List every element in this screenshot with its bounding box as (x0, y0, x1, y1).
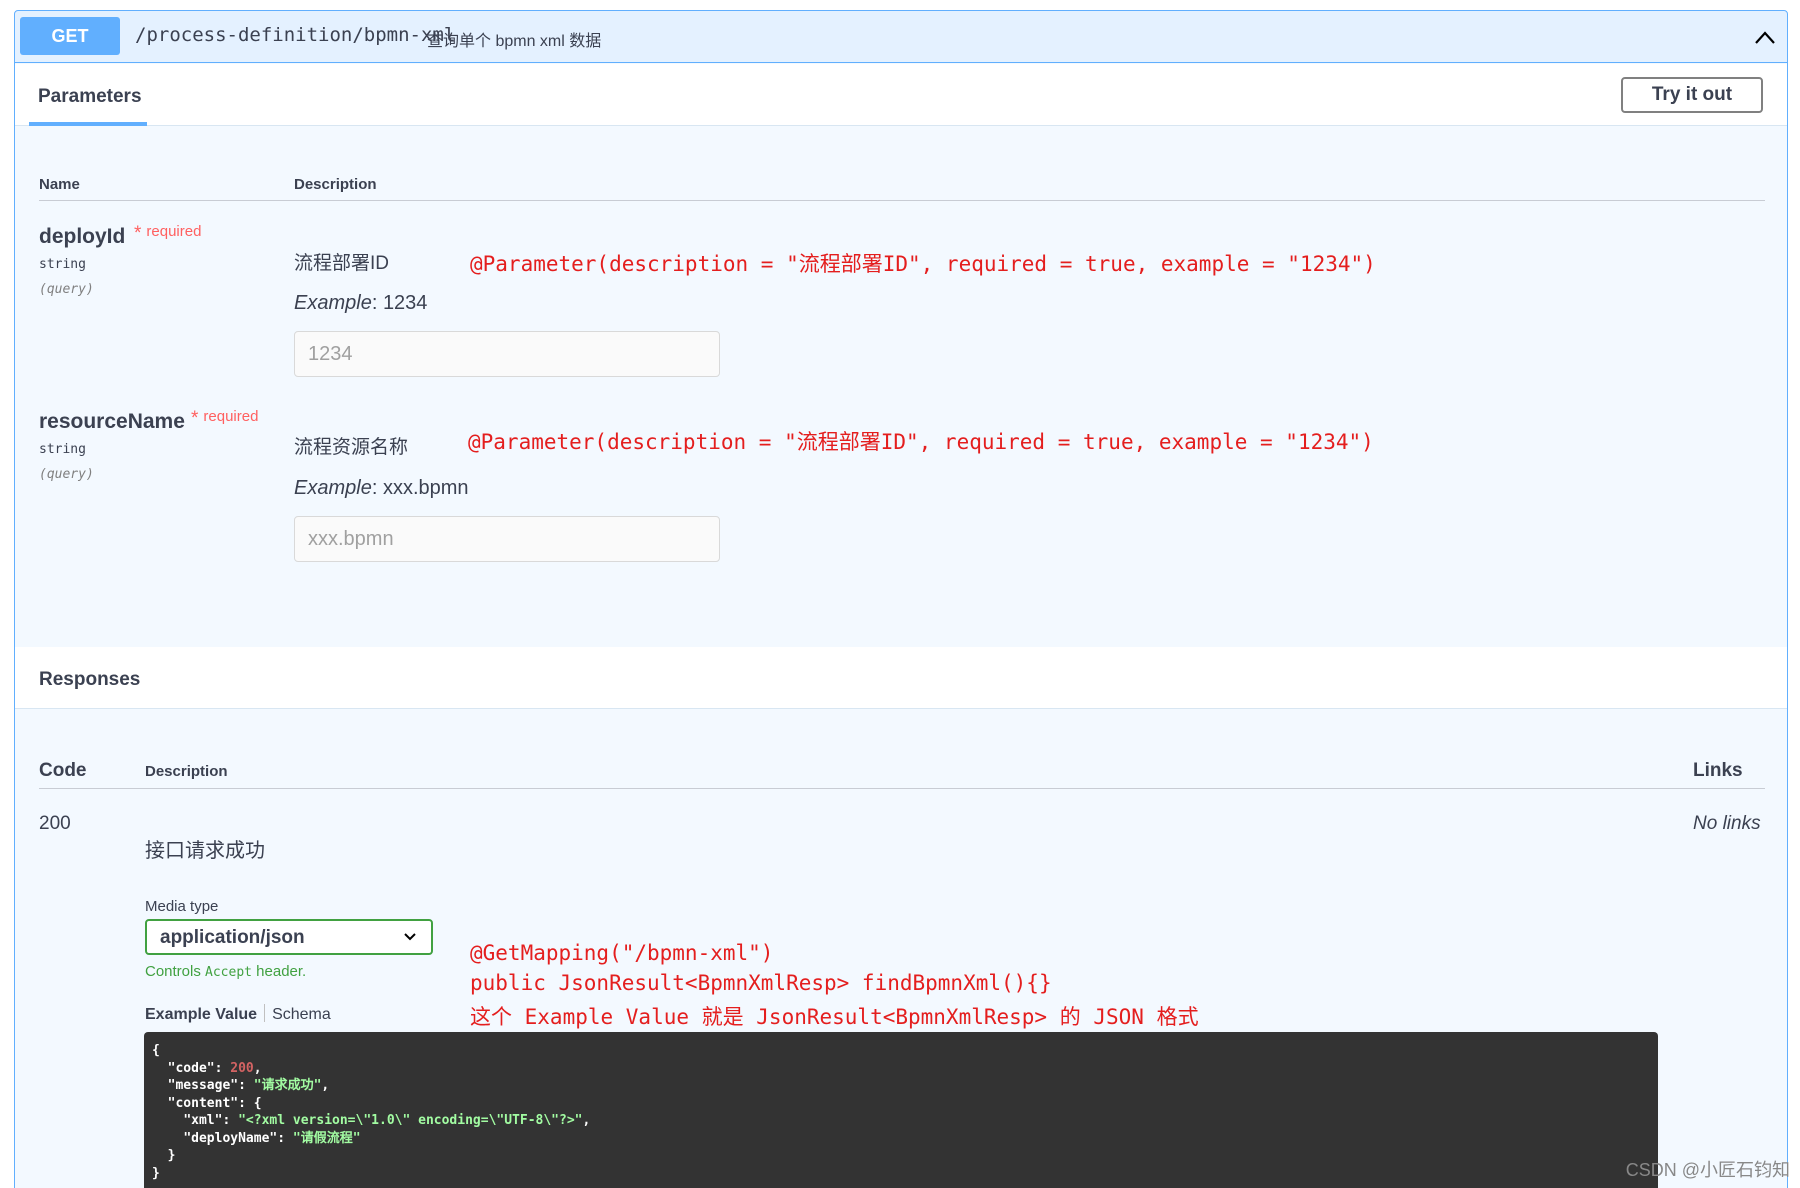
param-description: 流程资源名称 (294, 437, 409, 458)
annotation-note: @Parameter(description = "流程部署ID", requi… (470, 252, 1376, 276)
resourceName-input[interactable] (294, 516, 720, 562)
annotation-note: 这个 Example Value 就是 JsonResult<BpmnXmlRe… (470, 1005, 1199, 1029)
param-location: (query) (39, 467, 94, 482)
param-example: Example: xxx.bpmn (294, 477, 469, 499)
param-name: resourceName (39, 410, 185, 433)
annotation-note: @GetMapping("/bpmn-xml") (470, 941, 774, 965)
deployId-input[interactable] (294, 331, 720, 377)
required-marker: * required (191, 408, 259, 429)
col-code: Code (39, 760, 87, 781)
col-links: Links (1693, 760, 1743, 781)
param-location: (query) (39, 282, 94, 297)
tab-active-indicator (29, 122, 147, 126)
param-type: string (39, 257, 86, 272)
response-code: 200 (39, 813, 71, 834)
endpoint-path: /process-definition/bpmn-xml (135, 24, 456, 46)
annotation-note: @Parameter(description = "流程部署ID", requi… (468, 430, 1374, 454)
watermark: CSDN @小匠石钧知 (1625, 1160, 1790, 1180)
param-description: 流程部署ID (294, 253, 390, 274)
col-description: Description (145, 763, 228, 780)
responses-title: Responses (39, 669, 141, 690)
parameters-header: Parameters Try it out (15, 64, 1787, 126)
chevron-down-icon (404, 933, 416, 941)
response-links: No links (1693, 813, 1761, 834)
divider (39, 788, 1765, 789)
controls-accept-note: Controls Accept header. (145, 963, 307, 980)
tab-schema[interactable]: Schema (272, 1006, 331, 1023)
annotation-note: public JsonResult<BpmnXmlResp> findBpmnX… (470, 971, 1052, 995)
param-name: deployId (39, 225, 126, 248)
col-description: Description (294, 176, 377, 193)
example-schema-tabs: Example Value Schema (145, 1004, 331, 1024)
endpoint-summary: 查询单个 bpmn xml 数据 (427, 33, 602, 50)
chevron-up-icon[interactable] (1753, 27, 1777, 47)
media-type-value: application/json (160, 927, 305, 948)
operation-block: GET /process-definition/bpmn-xml 查询单个 bp… (14, 10, 1788, 1188)
col-name: Name (39, 176, 80, 193)
http-method-badge: GET (20, 17, 120, 55)
media-type-label: Media type (145, 898, 219, 915)
param-example: Example: 1234 (294, 292, 428, 314)
param-type: string (39, 442, 86, 457)
divider (39, 200, 1765, 201)
response-description: 接口请求成功 (145, 840, 265, 862)
required-marker: * required (134, 223, 202, 244)
try-it-out-button[interactable]: Try it out (1621, 77, 1763, 113)
example-value-code: { "code": 200, "message": "请求成功", "conte… (144, 1032, 1658, 1188)
responses-header: Responses (15, 647, 1787, 709)
tab-parameters[interactable]: Parameters (29, 64, 147, 126)
tab-parameters-label: Parameters (38, 86, 142, 107)
operation-summary[interactable]: GET /process-definition/bpmn-xml 查询单个 bp… (15, 11, 1787, 63)
media-type-select[interactable]: application/json (145, 919, 433, 955)
tab-example-value[interactable]: Example Value (145, 1006, 257, 1023)
